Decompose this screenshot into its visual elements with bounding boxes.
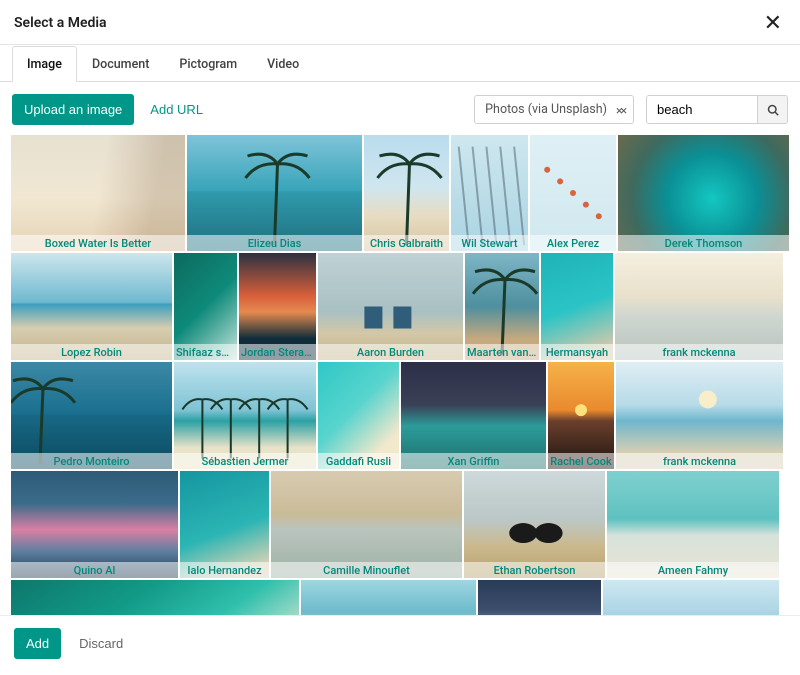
image-author: Elizeu Dias xyxy=(187,235,362,251)
image-author: Aaron Burden xyxy=(318,344,463,360)
image-author: Hermansyah xyxy=(541,344,613,360)
search-icon[interactable] xyxy=(757,96,787,123)
image-tile[interactable]: Alex Perez xyxy=(530,135,616,251)
image-tile[interactable]: Pedro Monteiro xyxy=(11,362,172,469)
image-author: Xan Griffin xyxy=(401,453,546,469)
image-tile[interactable]: Wil Stewart xyxy=(451,135,528,251)
image-author: Chris Galbraith xyxy=(364,235,449,251)
image-tile[interactable] xyxy=(478,580,601,615)
image-author: Rachel Cook xyxy=(548,453,614,469)
upload-button[interactable]: Upload an image xyxy=(12,94,134,125)
image-author: Pedro Monteiro xyxy=(11,453,172,469)
image-author: Boxed Water Is Better xyxy=(11,235,185,251)
image-author: Maarten van den H… xyxy=(465,344,539,360)
image-author: Ethan Robertson xyxy=(464,562,605,578)
image-author: frank mckenna xyxy=(615,344,783,360)
tab-bar: ImageDocumentPictogramVideo xyxy=(0,45,800,82)
toolbar: Upload an image Add URL Photos (via Unsp… xyxy=(0,82,800,135)
image-tile[interactable] xyxy=(603,580,779,615)
source-select-value: Photos (via Unsplash) xyxy=(485,102,607,117)
image-tile[interactable]: Ialo Hernandez xyxy=(180,471,269,578)
image-gallery: Boxed Water Is Better Elizeu Dias Chris … xyxy=(0,135,800,615)
image-author: Gaddafi Rusli xyxy=(318,453,399,469)
image-tile[interactable]: Ethan Robertson xyxy=(464,471,605,578)
image-tile[interactable]: Lopez Robin xyxy=(11,253,172,360)
image-tile[interactable]: Quino Al xyxy=(11,471,178,578)
image-tile[interactable]: Ameen Fahmy xyxy=(607,471,779,578)
image-tile[interactable]: Maarten van den H… xyxy=(465,253,539,360)
modal-title: Select a Media xyxy=(14,15,107,31)
image-tile[interactable] xyxy=(11,580,299,615)
add-url-button[interactable]: Add URL xyxy=(146,94,207,125)
image-author: Ameen Fahmy xyxy=(607,562,779,578)
image-tile[interactable]: frank mckenna xyxy=(616,362,783,469)
add-button[interactable]: Add xyxy=(14,628,61,659)
tab-pictogram[interactable]: Pictogram xyxy=(164,46,252,82)
image-tile[interactable]: Derek Thomson xyxy=(618,135,789,251)
image-author: Ialo Hernandez xyxy=(180,562,269,578)
image-tile[interactable]: Hermansyah xyxy=(541,253,613,360)
image-author: frank mckenna xyxy=(616,453,783,469)
image-author: Sébastien Jermer xyxy=(174,453,316,469)
image-tile[interactable]: Boxed Water Is Better xyxy=(11,135,185,251)
image-tile[interactable]: Elizeu Dias xyxy=(187,135,362,251)
source-select[interactable]: Photos (via Unsplash) xyxy=(474,95,634,124)
search-input[interactable] xyxy=(647,96,757,123)
image-tile[interactable]: frank mckenna xyxy=(615,253,783,360)
image-author: Wil Stewart xyxy=(451,235,528,251)
tab-video[interactable]: Video xyxy=(252,46,314,82)
image-tile[interactable]: Sébastien Jermer xyxy=(174,362,316,469)
image-tile[interactable]: Aaron Burden xyxy=(318,253,463,360)
image-author: Derek Thomson xyxy=(618,235,789,251)
discard-button[interactable]: Discard xyxy=(75,628,127,659)
tab-document[interactable]: Document xyxy=(77,46,164,82)
close-icon[interactable]: ✕ xyxy=(760,12,786,34)
image-author: Quino Al xyxy=(11,562,178,578)
image-tile[interactable]: Jordan Steranka xyxy=(239,253,316,360)
image-tile[interactable]: Shifaaz sham… xyxy=(174,253,237,360)
image-tile[interactable] xyxy=(301,580,476,615)
image-tile[interactable]: Chris Galbraith xyxy=(364,135,449,251)
image-tile[interactable]: Xan Griffin xyxy=(401,362,546,469)
image-tile[interactable]: Rachel Cook xyxy=(548,362,614,469)
image-author: Jordan Steranka xyxy=(239,344,316,360)
image-tile[interactable]: Camille Minouflet xyxy=(271,471,462,578)
image-tile[interactable]: Gaddafi Rusli xyxy=(318,362,399,469)
image-author: Lopez Robin xyxy=(11,344,172,360)
tab-image[interactable]: Image xyxy=(12,46,77,82)
image-author: Camille Minouflet xyxy=(271,562,462,578)
image-author: Shifaaz sham… xyxy=(174,344,237,360)
image-author: Alex Perez xyxy=(530,235,616,251)
